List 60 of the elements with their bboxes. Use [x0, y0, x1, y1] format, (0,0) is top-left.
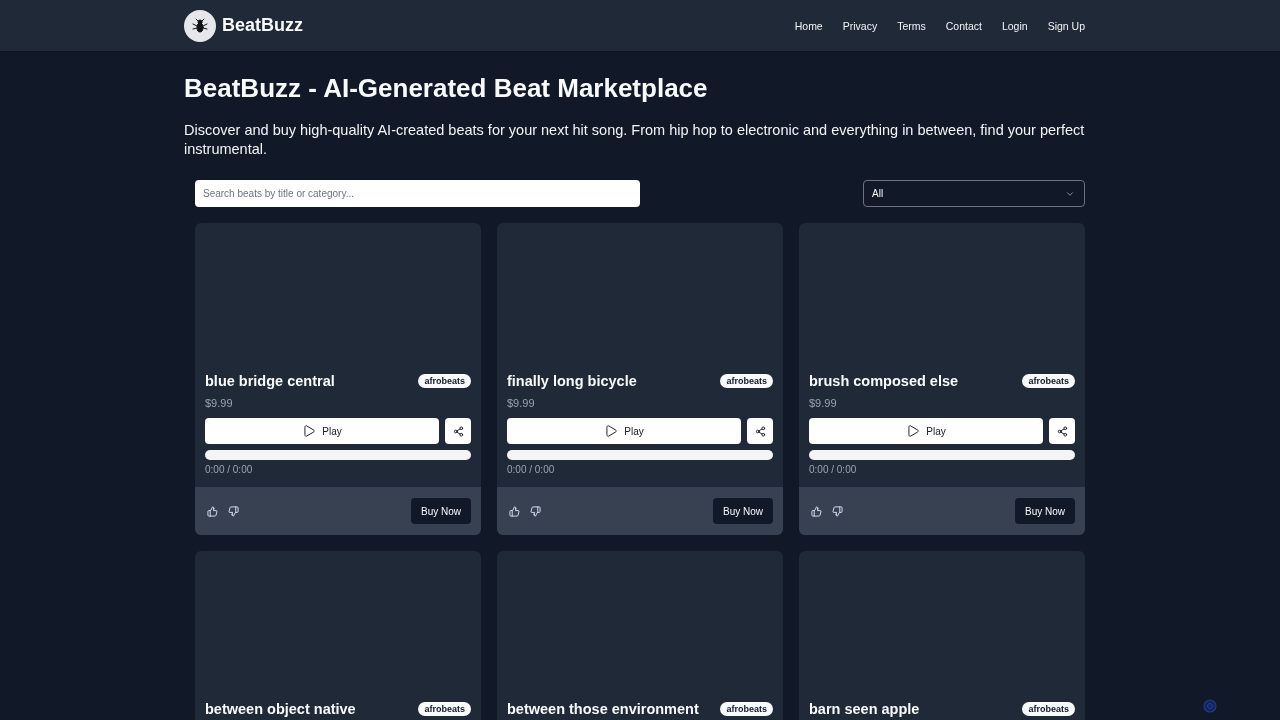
play-icon — [604, 424, 619, 438]
category-select[interactable]: All — [863, 180, 1085, 207]
time-readout: 0:00 / 0:00 — [507, 463, 556, 477]
beat-title: finally long bicycle — [507, 373, 637, 389]
like-button[interactable] — [507, 503, 522, 519]
nav-link[interactable]: Home — [784, 19, 833, 32]
beat-title: brush composed else — [809, 373, 959, 389]
search-field[interactable]: Search beats by title or category... — [195, 180, 640, 207]
beat-price: $9.99 — [809, 396, 838, 410]
nav-link[interactable]: Privacy — [832, 19, 888, 32]
share-button[interactable] — [445, 418, 471, 444]
bug-logo-icon — [184, 9, 216, 42]
share-button[interactable] — [1049, 418, 1075, 444]
play-icon — [302, 424, 317, 438]
nav-link[interactable]: Sign Up — [1037, 19, 1096, 32]
page-title: BeatBuzz - AI-Generated Beat Marketplace — [184, 72, 709, 104]
genre-tag: afrobeats — [418, 374, 471, 388]
genre-tag: afrobeats — [1022, 374, 1075, 388]
beat-title: between object native — [205, 701, 356, 717]
beat-price: $9.99 — [205, 396, 234, 410]
nav-link[interactable]: Contact — [935, 19, 992, 32]
beat-title: between those environment — [507, 701, 699, 717]
share-icon — [452, 425, 464, 437]
share-icon — [1056, 425, 1068, 437]
brand-name: BeatBuzz — [222, 15, 303, 36]
thumbs-down-icon — [228, 505, 239, 517]
thumbs-up-icon — [811, 505, 822, 517]
play-icon — [906, 424, 921, 438]
play-button[interactable]: Play — [809, 418, 1043, 444]
buy-now-button[interactable]: Buy Now — [411, 498, 471, 524]
share-icon — [754, 425, 766, 437]
progress-track[interactable] — [507, 450, 773, 460]
thumbs-down-icon — [530, 505, 541, 517]
thumbs-down-icon — [832, 505, 843, 517]
thumbs-up-icon — [207, 505, 218, 517]
thumbs-up-icon — [509, 505, 520, 517]
beat-title: barn seen apple — [809, 701, 920, 717]
buy-now-button[interactable]: Buy Now — [1015, 498, 1075, 524]
buy-now-button[interactable]: Buy Now — [713, 498, 773, 524]
genre-tag: afrobeats — [1022, 702, 1075, 716]
genre-tag: afrobeats — [418, 702, 471, 716]
beat-price: $9.99 — [507, 396, 536, 410]
dislike-button[interactable] — [528, 503, 543, 519]
play-button[interactable]: Play — [205, 418, 439, 444]
time-readout: 0:00 / 0:00 — [809, 463, 858, 477]
page-description: Discover and buy high-quality AI-created beats for your next hit song. From hip hop to electronic and everything in between, find your perfect instrumental. — [184, 121, 1086, 159]
dislike-button[interactable] — [226, 503, 241, 519]
genre-tag: afrobeats — [720, 374, 773, 388]
like-button[interactable] — [205, 503, 220, 519]
nav-link[interactable]: Login — [991, 19, 1038, 32]
beat-title: blue bridge central — [205, 373, 335, 389]
nav-link[interactable]: Terms — [887, 19, 936, 32]
like-button[interactable] — [809, 503, 824, 519]
progress-track[interactable] — [205, 450, 471, 460]
genre-tag: afrobeats — [720, 702, 773, 716]
dislike-button[interactable] — [830, 503, 845, 519]
progress-track[interactable] — [809, 450, 1075, 460]
play-button[interactable]: Play — [507, 418, 741, 444]
share-button[interactable] — [747, 418, 773, 444]
time-readout: 0:00 / 0:00 — [205, 463, 254, 477]
